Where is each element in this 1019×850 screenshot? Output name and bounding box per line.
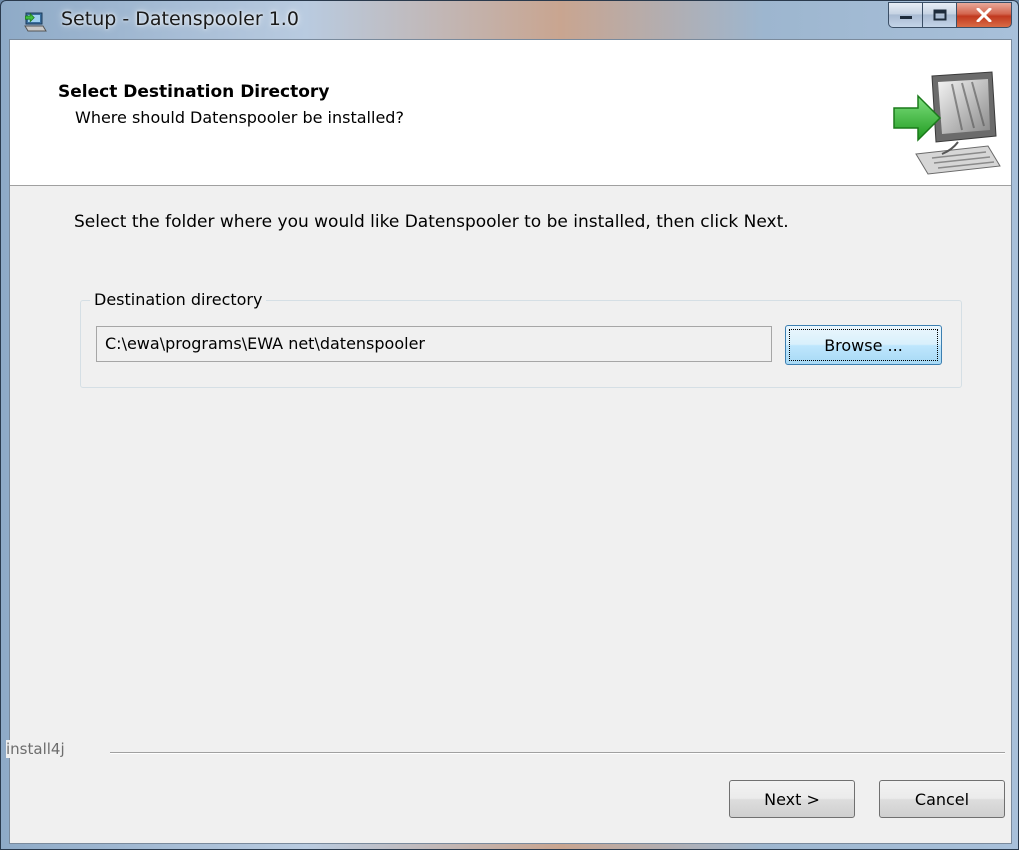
browse-button[interactable]: Browse ... (785, 325, 942, 365)
page-title: Select Destination Directory (58, 82, 330, 102)
cancel-button[interactable]: Cancel (879, 780, 1005, 818)
wizard-client-area: Select Destination Directory Where shoul… (6, 39, 1012, 844)
close-icon (976, 8, 992, 22)
title-bar[interactable]: Setup - Datenspooler 1.0 (1, 1, 1018, 39)
caption-buttons (888, 2, 1012, 28)
destination-group-label: Destination directory (90, 290, 267, 309)
window-title: Setup - Datenspooler 1.0 (61, 8, 299, 30)
footer-separator (110, 752, 1005, 754)
install-arrow-computer-icon (893, 71, 1001, 175)
next-button[interactable]: Next > (729, 780, 855, 818)
minimize-button[interactable] (888, 2, 922, 28)
brand-label: install4j (6, 740, 71, 758)
page-subtitle: Where should Datenspooler be installed? (75, 108, 404, 127)
maximize-button[interactable] (922, 2, 956, 28)
maximize-icon (933, 9, 946, 21)
instructions-text: Select the folder where you would like D… (74, 212, 789, 232)
browse-button-label: Browse ... (789, 329, 938, 361)
wizard-header: Select Destination Directory Where shoul… (10, 40, 1011, 186)
minimize-icon (899, 16, 912, 19)
setup-computer-icon (24, 12, 47, 32)
destination-path-field[interactable]: C:\ewa\programs\EWA net\datenspooler (96, 326, 772, 362)
close-button[interactable] (956, 2, 1012, 28)
installer-window: Setup - Datenspooler 1.0 Select Destinat… (0, 0, 1019, 850)
